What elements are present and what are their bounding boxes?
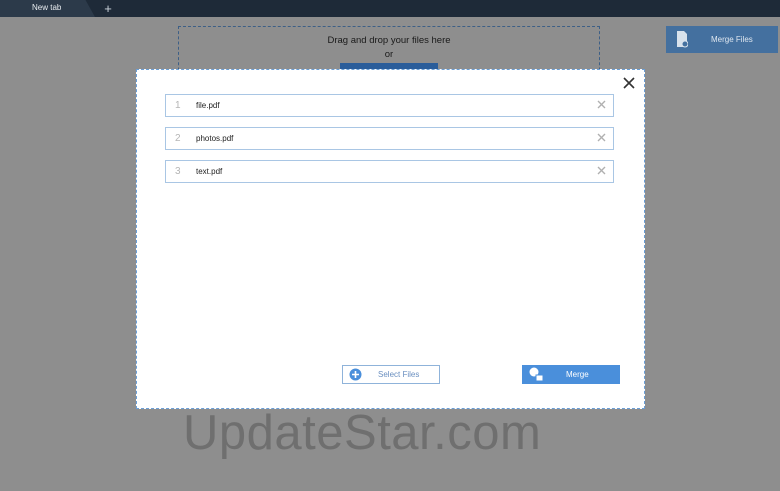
drop-zone-text: Drag and drop your files here xyxy=(327,35,451,46)
file-name: text.pdf xyxy=(196,167,223,176)
remove-file-icon[interactable] xyxy=(597,166,606,175)
file-row[interactable]: 1 file.pdf xyxy=(165,94,614,117)
file-number: 3 xyxy=(175,166,181,177)
plus-icon: + xyxy=(104,1,112,16)
merge-icon xyxy=(529,367,544,382)
merge-files-button[interactable]: Merge Files xyxy=(666,26,778,53)
document-merge-icon xyxy=(677,31,688,48)
file-number: 2 xyxy=(175,133,181,144)
file-row[interactable]: 2 photos.pdf xyxy=(165,127,614,150)
drop-zone-or: or xyxy=(384,49,394,60)
file-name: file.pdf xyxy=(196,101,220,110)
watermark: UpdateStar.com xyxy=(183,406,542,460)
file-number: 1 xyxy=(175,100,181,111)
browser-titlebar: New tab + xyxy=(0,0,780,17)
merge-button[interactable]: Merge xyxy=(522,365,620,384)
file-name: photos.pdf xyxy=(196,134,234,143)
new-tab-button[interactable]: + xyxy=(102,0,114,17)
close-icon[interactable] xyxy=(622,76,636,90)
tab-title: New tab xyxy=(32,3,62,12)
select-files-button[interactable]: Select Files xyxy=(342,365,440,384)
add-circle-icon xyxy=(349,368,362,381)
merge-files-label: Merge Files xyxy=(711,35,753,44)
remove-file-icon[interactable] xyxy=(597,100,606,109)
merge-label: Merge xyxy=(566,370,589,379)
merge-dialog: 1 file.pdf 2 photos.pdf 3 text.pdf Selec… xyxy=(136,69,645,409)
file-row[interactable]: 3 text.pdf xyxy=(165,160,614,183)
browser-tab[interactable]: New tab xyxy=(0,0,95,17)
remove-file-icon[interactable] xyxy=(597,133,606,142)
select-files-label: Select Files xyxy=(378,370,420,379)
